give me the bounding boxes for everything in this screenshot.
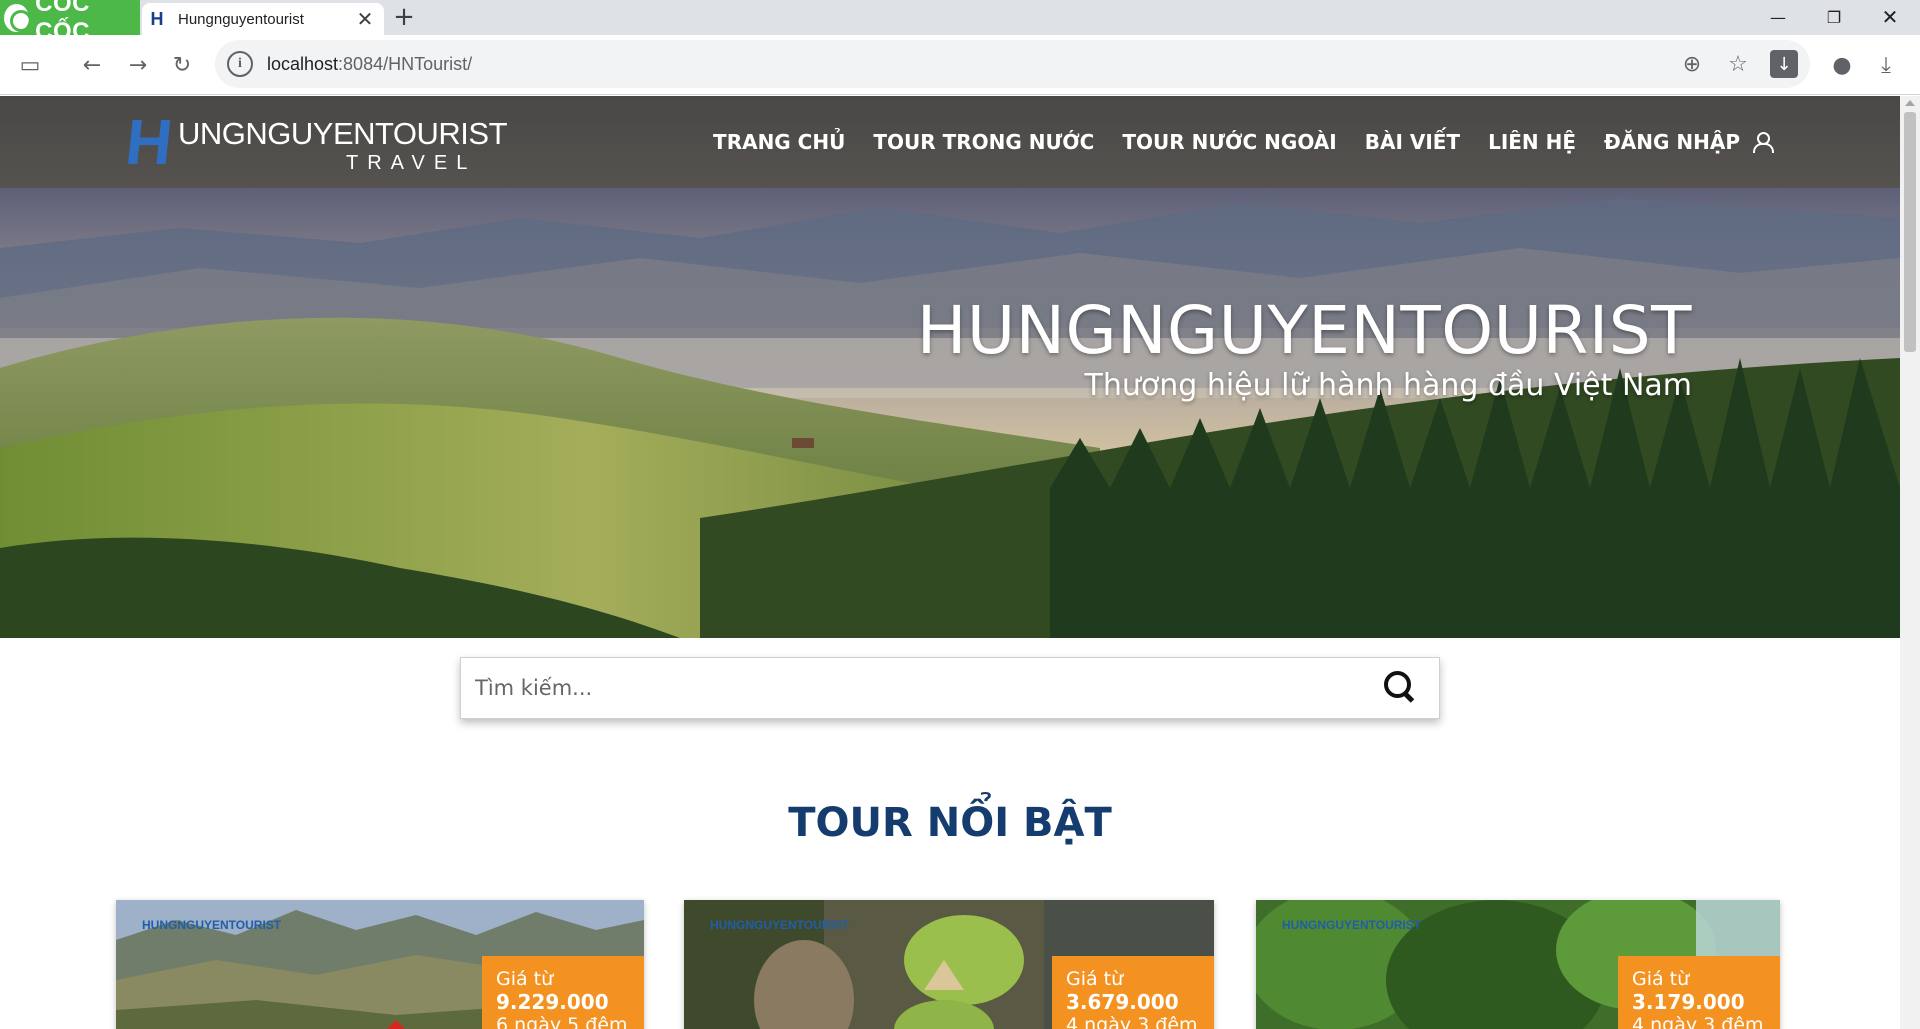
scrollbar-thumb[interactable]	[1904, 112, 1916, 352]
hero-landscape-image	[0, 188, 1900, 638]
back-arrow-icon[interactable]: ←	[78, 51, 106, 79]
price-value: 3.179.000	[1632, 990, 1745, 1014]
tour-card[interactable]: HUNGNGUYENTOURIST Giá từ 3.679.000 4 ngà…	[684, 900, 1214, 1029]
search-bar	[460, 657, 1440, 719]
hero-title: HUNGNGUYENTOURIST	[916, 292, 1692, 369]
menu-international-tours[interactable]: TOUR NƯỚC NGOÀI	[1122, 130, 1336, 154]
tour-duration: 4 ngày 3 đêm	[1066, 1014, 1198, 1029]
window-close-button[interactable]: ✕	[1862, 0, 1918, 34]
menu-login[interactable]: ĐĂNG NHẬP	[1604, 130, 1740, 154]
new-tab-button[interactable]: +	[390, 3, 418, 31]
browser-tab-active[interactable]: H Hungnguyentourist ✕	[142, 3, 384, 35]
browser-tabbar: CỐC CỐC H Hungnguyentourist ✕ + — ❐ ✕	[0, 0, 1920, 45]
price-label: Giá từ	[496, 968, 554, 990]
window-restore-button[interactable]: ❐	[1806, 0, 1862, 34]
address-bar[interactable]: i localhost:8084/HNTourist/ ⊕ ☆ ↓	[215, 40, 1810, 88]
sidebar-toggle-icon[interactable]: ▭	[16, 51, 44, 79]
tab-favicon-icon: H	[150, 9, 164, 29]
hero-subtitle: Thương hiệu lữ hành hàng đầu Việt Nam	[1084, 368, 1692, 403]
menu-articles[interactable]: BÀI VIẾT	[1365, 130, 1460, 154]
featured-tours-title: TOUR NỔI BẬT	[788, 800, 1112, 846]
tab-title: Hungnguyentourist	[178, 10, 304, 28]
coccoc-logo-icon	[4, 3, 33, 32]
menu-domestic-tours[interactable]: TOUR TRONG NƯỚC	[873, 130, 1094, 154]
logo-subtitle: TRAVEL	[346, 152, 477, 174]
user-icon[interactable]	[1752, 132, 1774, 153]
downloads-icon[interactable]: ⤓	[1872, 51, 1900, 79]
page-scrollbar[interactable]	[1900, 96, 1920, 1029]
tab-close-icon[interactable]: ✕	[354, 8, 376, 30]
browser-brand-button[interactable]: CỐC CỐC	[0, 0, 140, 45]
tour-card[interactable]: HUNGNGUYENTOURIST Giá từ 9.229.000 6 ngà…	[116, 900, 644, 1029]
site-info-icon[interactable]: i	[227, 51, 253, 77]
hero-banner: HUNGNGUYENTOURIST Thương hiệu lữ hành hà…	[0, 188, 1900, 638]
bookmark-star-icon[interactable]: ☆	[1724, 50, 1752, 78]
tour-card[interactable]: HUNGNGUYENTOURIST Giá từ 3.179.000 4 ngà…	[1256, 900, 1780, 1029]
site-navbar: H UNGNGUYENTOURIST TRAVEL TRANG CHỦ TOUR…	[0, 96, 1900, 188]
logo-wordmark: UNGNGUYENTOURIST	[178, 116, 508, 151]
price-tag: Giá từ 3.679.000 4 ngày 3 đêm	[1052, 956, 1214, 1029]
reload-icon[interactable]: ↻	[168, 51, 196, 79]
logo-h-mark: H	[122, 106, 177, 178]
search-input[interactable]	[461, 658, 1381, 718]
window-minimize-button[interactable]: —	[1750, 0, 1806, 34]
price-tag: Giá từ 9.229.000 6 ngày 5 đêm	[482, 956, 644, 1029]
price-value: 3.679.000	[1066, 990, 1179, 1014]
price-tag: Giá từ 3.179.000 4 ngày 3 đêm	[1618, 956, 1780, 1029]
zoom-icon[interactable]: ⊕	[1678, 50, 1706, 78]
price-label: Giá từ	[1066, 968, 1124, 990]
tour-duration: 4 ngày 3 đêm	[1632, 1014, 1764, 1029]
menu-home[interactable]: TRANG CHỦ	[713, 130, 845, 154]
price-value: 9.229.000	[496, 990, 609, 1014]
scroll-up-arrow-icon[interactable]	[1905, 100, 1915, 106]
main-menu: TRANG CHỦ TOUR TRONG NƯỚC TOUR NƯỚC NGOÀ…	[713, 96, 1774, 188]
save-page-icon[interactable]: ↓	[1770, 50, 1798, 78]
web-page: H UNGNGUYENTOURIST TRAVEL TRANG CHỦ TOUR…	[0, 96, 1900, 1029]
url-text[interactable]: localhost:8084/HNTourist/	[267, 54, 1678, 75]
menu-contact[interactable]: LIÊN HỆ	[1488, 130, 1576, 154]
search-icon[interactable]	[1381, 668, 1421, 708]
profile-icon[interactable]: ●	[1828, 51, 1856, 79]
forward-arrow-icon[interactable]: →	[124, 51, 152, 79]
card-watermark-logo: HUNGNGUYENTOURIST	[142, 918, 282, 932]
browser-toolbar: ▭ ← → ↻ i localhost:8084/HNTourist/ ⊕ ☆ …	[0, 35, 1920, 95]
price-label: Giá từ	[1632, 968, 1690, 990]
card-watermark-logo: HUNGNGUYENTOURIST	[710, 918, 850, 932]
site-logo[interactable]: H UNGNGUYENTOURIST TRAVEL	[122, 106, 507, 178]
tour-duration: 6 ngày 5 đêm	[496, 1014, 628, 1029]
card-watermark-logo: HUNGNGUYENTOURIST	[1282, 918, 1422, 932]
